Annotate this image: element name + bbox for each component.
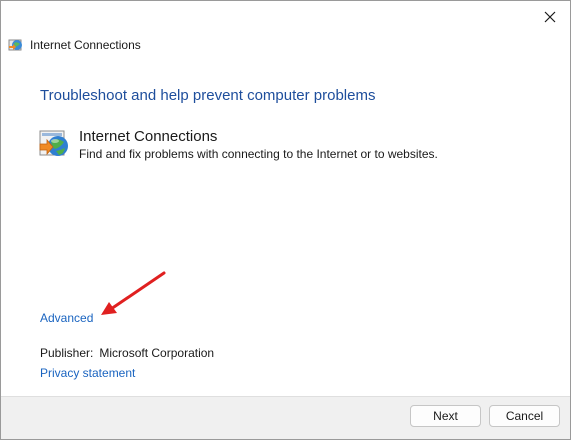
- publisher-line: Publisher: Microsoft Corporation: [40, 346, 214, 360]
- close-icon: [544, 11, 556, 23]
- troubleshooter-window: Internet Connections Troubleshoot and he…: [0, 0, 571, 440]
- close-button[interactable]: [530, 1, 570, 33]
- footer-bar: Next Cancel: [1, 396, 570, 439]
- internet-connections-icon: [8, 39, 22, 51]
- item-title: Internet Connections: [79, 128, 218, 145]
- publisher-value: Microsoft Corporation: [99, 346, 215, 360]
- privacy-statement-link[interactable]: Privacy statement: [40, 366, 135, 380]
- cancel-button[interactable]: Cancel: [489, 405, 560, 427]
- network-globe-icon: [39, 130, 68, 156]
- next-button[interactable]: Next: [410, 405, 481, 427]
- window-title: Internet Connections: [30, 38, 141, 52]
- publisher-label: Publisher:: [40, 346, 94, 360]
- red-arrow-annotation: [101, 271, 166, 315]
- item-description: Find and fix problems with connecting to…: [79, 147, 438, 161]
- troubleshooter-item[interactable]: Internet Connections Find and fix proble…: [39, 128, 438, 162]
- page-heading: Troubleshoot and help prevent computer p…: [40, 87, 376, 104]
- window-title-bar: Internet Connections: [8, 37, 141, 53]
- advanced-link[interactable]: Advanced: [40, 311, 93, 325]
